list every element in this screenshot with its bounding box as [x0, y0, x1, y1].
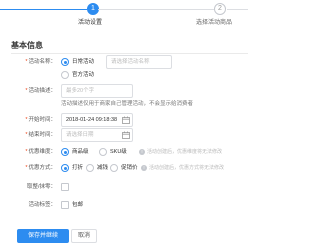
- activity-name-label: *活动名称：: [25, 55, 56, 69]
- official-activity-option[interactable]: 官方活动: [72, 68, 94, 82]
- reduce-option[interactable]: 减钱: [97, 161, 108, 175]
- start-time-label-text: 开始时间：: [28, 117, 56, 123]
- step-line: [0, 9, 87, 10]
- discount-dimension-warning-text: 活动创建后，优惠维度将无法修改: [147, 149, 223, 155]
- start-time-row: *开始时间：: [0, 113, 248, 127]
- discount-method-row: *优惠方式： 打折 减钱 促销价 ! 活动创建后，优惠方式将无法修改: [0, 161, 248, 175]
- step-2-label: 选择活动商品: [196, 20, 233, 26]
- product-level-radio[interactable]: [61, 148, 69, 156]
- discount-method-warning-text: 活动创建后，优惠方式将无法修改: [149, 165, 225, 171]
- info-icon: !: [139, 149, 145, 155]
- official-activity-row: 官方活动: [0, 68, 248, 82]
- daily-activity-option[interactable]: 日常活动: [72, 55, 94, 69]
- rounding-label: 取整/抹零：: [26, 184, 56, 190]
- discount-method-warning: ! 活动创建后，优惠方式将无法修改: [141, 161, 224, 175]
- step-line: [227, 9, 248, 10]
- free-shipping-option[interactable]: 包邮: [72, 198, 83, 212]
- rounding-row: 取整/抹零：: [0, 180, 248, 194]
- promo-price-option[interactable]: 促销价: [121, 161, 138, 175]
- start-time-label: *开始时间：: [25, 113, 56, 127]
- calendar-icon[interactable]: [122, 116, 130, 124]
- activity-desc-label-text: 活动描述：: [28, 88, 56, 94]
- sku-level-radio[interactable]: [99, 148, 107, 156]
- info-icon: !: [141, 165, 147, 171]
- rounding-checkbox[interactable]: [61, 183, 69, 191]
- end-time-label: *结束时间：: [25, 128, 56, 142]
- product-level-option[interactable]: 商品级: [72, 145, 89, 159]
- activity-desc-row: *活动描述：: [0, 84, 248, 98]
- promo-price-radio[interactable]: [110, 164, 118, 172]
- activity-name-label-text: 活动名称：: [28, 59, 56, 65]
- end-time-label-text: 结束时间：: [28, 132, 56, 138]
- discount-dimension-warning: ! 活动创建后，优惠维度将无法修改: [139, 145, 222, 159]
- section-title: 基本信息: [11, 41, 43, 50]
- discount-dimension-label: *优惠维度：: [25, 145, 56, 159]
- free-shipping-checkbox[interactable]: [61, 201, 69, 209]
- discount-dimension-label-text: 优惠维度：: [28, 149, 56, 155]
- activity-name-row: *活动名称： 日常活动: [0, 55, 248, 69]
- calendar-icon[interactable]: [122, 131, 130, 139]
- activity-tag-row: 活动标签： 包邮: [0, 198, 248, 212]
- reduce-radio[interactable]: [86, 164, 94, 172]
- step-line: [98, 9, 214, 10]
- discount-method-label: *优惠方式：: [25, 161, 56, 175]
- step-2-number: 2: [214, 3, 226, 15]
- activity-tag-label: 活动标签：: [28, 202, 56, 208]
- steps-progress: 1 2 活动设置 选择活动商品: [0, 0, 248, 30]
- activity-desc-hint: 活动描述仅用于商家自己管理活动，不会显示给消费者: [61, 101, 194, 107]
- cancel-button[interactable]: 取消: [71, 229, 97, 243]
- activity-desc-input[interactable]: [61, 84, 133, 98]
- section-divider: [11, 53, 248, 54]
- discount-option[interactable]: 打折: [72, 161, 83, 175]
- discount-radio[interactable]: [61, 164, 69, 172]
- activity-name-input[interactable]: [106, 55, 172, 69]
- step-1-label: 活动设置: [78, 20, 103, 26]
- end-time-row: *结束时间：: [0, 128, 248, 142]
- sku-level-option[interactable]: SKU级: [110, 145, 127, 159]
- save-continue-button[interactable]: 保存并继续: [17, 229, 69, 243]
- discount-dimension-row: *优惠维度： 商品级 SKU级 ! 活动创建后，优惠维度将无法修改: [0, 145, 248, 159]
- activity-desc-label: *活动描述：: [25, 84, 56, 98]
- official-activity-radio[interactable]: [61, 71, 69, 79]
- daily-activity-radio[interactable]: [61, 58, 69, 66]
- discount-method-label-text: 优惠方式：: [28, 165, 56, 171]
